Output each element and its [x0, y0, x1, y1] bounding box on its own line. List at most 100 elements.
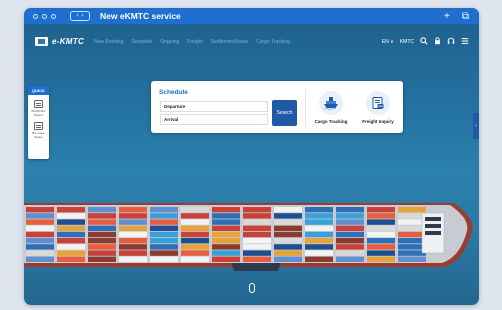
container	[57, 231, 85, 238]
container	[150, 207, 178, 213]
container	[181, 231, 209, 238]
nav-buttons: ‹ ›	[70, 11, 90, 21]
container	[367, 207, 395, 213]
container	[243, 244, 271, 250]
container	[212, 256, 240, 262]
container	[150, 213, 178, 219]
cargo-tracking-label: Cargo Tracking	[314, 119, 348, 124]
lock-icon[interactable]	[434, 36, 441, 47]
container	[243, 238, 271, 244]
container	[88, 244, 116, 250]
container	[88, 250, 116, 256]
container	[243, 225, 271, 231]
container	[212, 213, 240, 219]
container	[367, 244, 395, 250]
quick-item-label: B/L Issue Status	[32, 131, 45, 139]
container	[57, 238, 85, 244]
container	[367, 213, 395, 219]
container	[336, 225, 364, 231]
quick-item-bl-issue-status[interactable]: B/L Issue Status	[29, 122, 49, 139]
chevron-left-icon: ‹	[475, 123, 477, 129]
container	[336, 213, 364, 219]
quick-item-label: BOOKING Search	[31, 109, 46, 117]
container	[305, 244, 333, 250]
container	[212, 219, 240, 225]
container	[119, 256, 147, 262]
container	[243, 213, 271, 219]
container	[398, 256, 426, 262]
departure-field[interactable]: Departure	[160, 101, 268, 112]
container	[274, 256, 302, 262]
header-utilities: EN ∨ KMTC	[382, 36, 469, 47]
close-dot[interactable]	[33, 13, 38, 19]
menu-item-schedule[interactable]: Schedule	[132, 39, 153, 45]
container	[119, 213, 147, 219]
container	[336, 238, 364, 244]
menu-item-ongoing[interactable]: Ongoing	[160, 39, 179, 45]
container	[181, 244, 209, 250]
side-collapse-tab[interactable]: ‹	[473, 113, 479, 139]
container	[336, 219, 364, 225]
container	[88, 231, 116, 238]
search-icon[interactable]	[420, 36, 428, 47]
headset-icon[interactable]	[447, 37, 455, 47]
container	[181, 207, 209, 213]
forward-icon[interactable]: ›	[82, 13, 84, 19]
app-header: e-KMTC New Booking Schedule Ongoing Frei…	[24, 24, 479, 59]
container	[119, 250, 147, 256]
container	[88, 213, 116, 219]
menu-item-cargo-tracking[interactable]: Cargo Tracking	[256, 39, 290, 45]
container	[305, 238, 333, 244]
freight-inquiry-tile[interactable]: Freight Inquiry	[354, 91, 402, 131]
container	[181, 256, 209, 262]
container	[305, 225, 333, 231]
container	[243, 250, 271, 256]
container	[274, 231, 302, 238]
container	[88, 207, 116, 213]
container	[119, 231, 147, 238]
brand-short[interactable]: KMTC	[400, 39, 414, 45]
container	[274, 213, 302, 219]
container	[212, 250, 240, 256]
container	[88, 256, 116, 262]
container	[212, 207, 240, 213]
container-ship-image	[24, 203, 473, 271]
menu-item-settlement[interactable]: Settlement/Issue	[211, 39, 248, 45]
container	[305, 213, 333, 219]
maximize-dot[interactable]	[51, 13, 56, 19]
container	[26, 238, 54, 244]
cargo-tracking-tile[interactable]: Cargo Tracking	[307, 91, 355, 131]
container	[243, 256, 271, 262]
minimize-dot[interactable]	[42, 13, 47, 19]
restore-icon[interactable]: ⧉	[462, 11, 469, 22]
quick-menu-title: QUICK	[28, 86, 49, 95]
arrival-field[interactable]: Arrival	[160, 114, 268, 125]
search-button[interactable]: Search	[272, 100, 297, 126]
container	[274, 207, 302, 213]
schedule-title: Schedule	[159, 89, 188, 96]
container	[119, 238, 147, 244]
container	[305, 219, 333, 225]
container	[274, 225, 302, 231]
menu-item-new-booking[interactable]: New Booking	[94, 39, 123, 45]
container	[212, 231, 240, 238]
container	[336, 244, 364, 250]
container	[181, 250, 209, 256]
logo[interactable]: e-KMTC	[35, 37, 84, 46]
back-icon[interactable]: ‹	[77, 13, 79, 19]
container	[367, 238, 395, 244]
language-select[interactable]: EN ∨	[382, 39, 394, 45]
container	[367, 256, 395, 262]
freight-inquiry-label: Freight Inquiry	[362, 119, 394, 124]
window-controls	[33, 13, 56, 19]
hamburger-menu-icon[interactable]	[461, 37, 469, 47]
container	[57, 256, 85, 262]
container	[243, 207, 271, 213]
container	[150, 219, 178, 225]
menu-item-freight[interactable]: Freight	[187, 39, 203, 45]
container	[57, 250, 85, 256]
container	[367, 250, 395, 256]
container	[181, 238, 209, 244]
quick-item-booking-search[interactable]: BOOKING Search	[29, 100, 49, 117]
new-tab-icon[interactable]: +	[444, 11, 450, 22]
